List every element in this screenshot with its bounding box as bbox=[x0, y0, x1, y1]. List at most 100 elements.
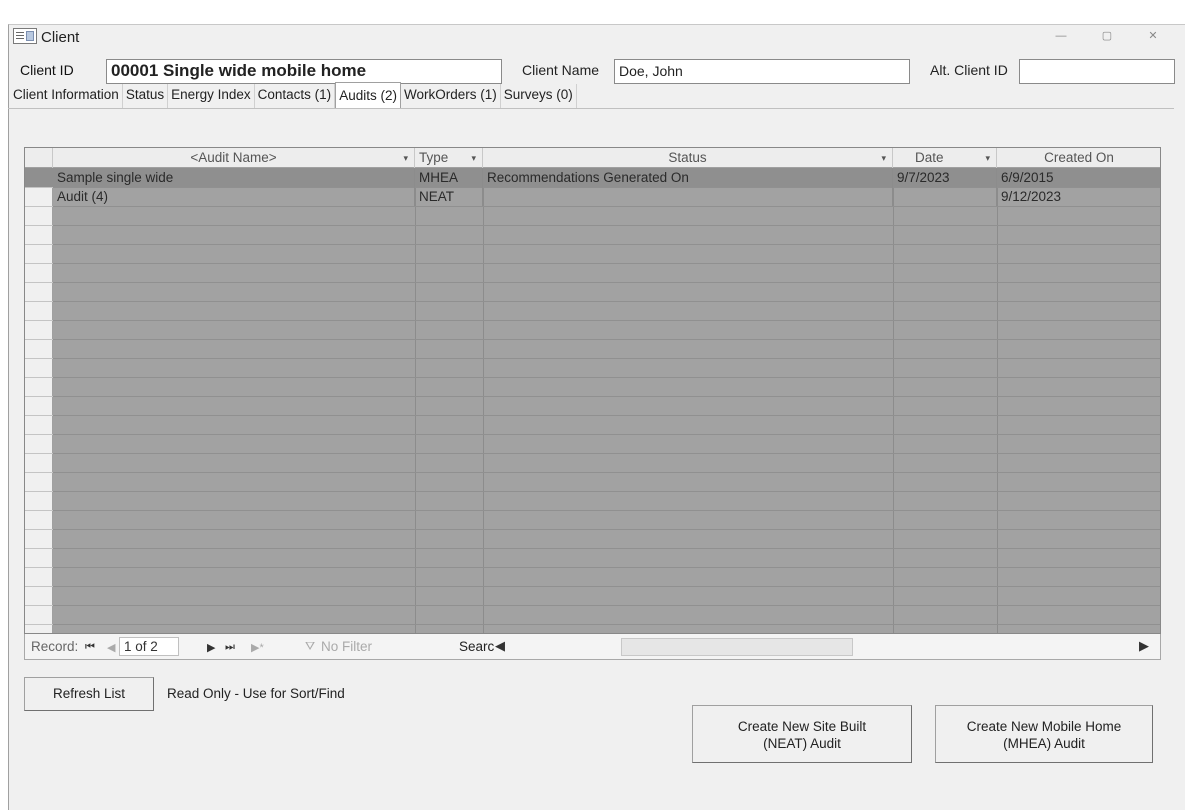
selector-gridline bbox=[25, 605, 53, 606]
column-header-audit-name[interactable]: <Audit Name> ▾ bbox=[53, 148, 415, 168]
create-mhea-audit-button[interactable]: Create New Mobile Home (MHEA) Audit bbox=[935, 705, 1153, 763]
sort-filter-arrow-icon[interactable]: ▾ bbox=[881, 148, 886, 168]
tab-status[interactable]: Status bbox=[123, 84, 169, 108]
selector-gridline bbox=[25, 434, 53, 435]
row-gridline bbox=[25, 529, 1160, 530]
selector-gridline bbox=[25, 339, 53, 340]
selector-gridline bbox=[25, 415, 53, 416]
row-gridline bbox=[25, 244, 1160, 245]
read-only-note: Read Only - Use for Sort/Find bbox=[167, 686, 345, 701]
alt-client-id-field[interactable] bbox=[1019, 59, 1175, 84]
minimize-icon[interactable]: — bbox=[1052, 29, 1070, 43]
horizontal-scrollbar-thumb[interactable] bbox=[621, 638, 853, 656]
create-neat-audit-button[interactable]: Create New Site Built (NEAT) Audit bbox=[692, 705, 912, 763]
created-on-cell[interactable]: 9/12/2023 bbox=[997, 187, 1160, 206]
tab-contacts[interactable]: Contacts (1) bbox=[255, 84, 336, 108]
new-record-icon[interactable]: ▶* bbox=[251, 641, 264, 654]
row-gridline bbox=[25, 624, 1160, 625]
scroll-right-icon[interactable]: ▶ bbox=[1139, 638, 1149, 654]
restore-icon[interactable]: ▢ bbox=[1098, 29, 1116, 43]
title-bar: Client — ▢ ✕ bbox=[9, 25, 1185, 49]
date-cell[interactable] bbox=[893, 187, 997, 206]
close-icon[interactable]: ✕ bbox=[1144, 29, 1162, 43]
client-id-field[interactable]: 00001 Single wide mobile home bbox=[106, 59, 502, 84]
selector-gridline bbox=[25, 301, 53, 302]
create-mhea-audit-label-line2: (MHEA) Audit bbox=[1003, 736, 1085, 751]
filter-icon[interactable]: ⛛ bbox=[305, 639, 315, 654]
column-header-label: Date bbox=[915, 150, 944, 165]
column-divider bbox=[997, 168, 998, 633]
scroll-left-icon[interactable]: ◀ bbox=[495, 638, 505, 654]
client-id-label: Client ID bbox=[20, 62, 74, 78]
type-cell[interactable]: NEAT bbox=[415, 187, 483, 206]
selector-gridline bbox=[25, 396, 53, 397]
row-gridline bbox=[25, 225, 1160, 226]
selector-gridline bbox=[25, 586, 53, 587]
selector-gridline bbox=[25, 244, 53, 245]
selector-gridline bbox=[25, 529, 53, 530]
type-cell[interactable]: MHEA bbox=[415, 168, 483, 187]
row-gridline bbox=[25, 434, 1160, 435]
refresh-list-button[interactable]: Refresh List bbox=[24, 677, 154, 711]
sort-filter-arrow-icon[interactable]: ▾ bbox=[471, 148, 476, 168]
date-cell[interactable]: 9/7/2023 bbox=[893, 168, 997, 187]
sort-filter-arrow-icon[interactable]: ▾ bbox=[985, 148, 990, 168]
column-divider bbox=[483, 168, 484, 633]
previous-record-icon[interactable]: ◀ bbox=[107, 641, 115, 654]
select-all-corner[interactable] bbox=[25, 148, 53, 168]
selector-gridline bbox=[25, 377, 53, 378]
column-header-label: Status bbox=[668, 150, 707, 165]
audit-name-cell[interactable]: Audit (4) bbox=[53, 187, 415, 206]
selector-gridline bbox=[25, 510, 53, 511]
client-name-field[interactable]: Doe, John bbox=[614, 59, 910, 84]
created-on-cell[interactable]: 6/9/2015 bbox=[997, 168, 1160, 187]
row-gridline bbox=[25, 263, 1160, 264]
form-icon bbox=[13, 28, 37, 44]
column-header-label: Created On bbox=[1044, 150, 1114, 165]
row-gridline bbox=[25, 491, 1160, 492]
no-filter-button[interactable]: No Filter bbox=[321, 639, 372, 654]
row-gridline bbox=[25, 453, 1160, 454]
row-gridline bbox=[25, 282, 1160, 283]
column-header-date[interactable]: Date ▾ bbox=[893, 148, 997, 168]
row-gridline bbox=[25, 320, 1160, 321]
create-neat-audit-label-line2: (NEAT) Audit bbox=[763, 736, 841, 751]
row-gridline bbox=[25, 586, 1160, 587]
grid-header: <Audit Name> ▾ Type ▾ Status ▾ Date ▾ Create… bbox=[25, 148, 1160, 168]
tab-energy-index[interactable]: Energy Index bbox=[168, 84, 255, 108]
selector-gridline bbox=[25, 263, 53, 264]
column-header-created-on[interactable]: Created On bbox=[997, 148, 1160, 168]
audit-name-cell[interactable]: Sample single wide bbox=[53, 168, 415, 187]
status-cell[interactable] bbox=[483, 187, 893, 206]
last-record-icon[interactable]: ⏭ bbox=[225, 641, 235, 654]
selector-gridline bbox=[25, 453, 53, 454]
selector-gridline bbox=[25, 225, 53, 226]
selector-gridline bbox=[25, 282, 53, 283]
column-divider bbox=[415, 168, 416, 633]
tab-client-information[interactable]: Client Information bbox=[10, 84, 123, 108]
current-record-field[interactable]: 1 of 2 bbox=[119, 637, 179, 656]
row-gridline bbox=[25, 472, 1160, 473]
tab-audits[interactable]: Audits (2) bbox=[335, 82, 401, 108]
status-cell[interactable]: Recommendations Generated On bbox=[483, 168, 893, 187]
tab-workorders[interactable]: WorkOrders (1) bbox=[401, 84, 501, 108]
search-box[interactable]: Searc bbox=[459, 639, 494, 654]
column-header-status[interactable]: Status ▾ bbox=[483, 148, 893, 168]
tab-strip: Client Information Status Energy Index C… bbox=[10, 82, 577, 108]
row-gridline bbox=[25, 358, 1160, 359]
tab-surveys[interactable]: Surveys (0) bbox=[501, 84, 577, 108]
column-header-type[interactable]: Type ▾ bbox=[415, 148, 483, 168]
next-record-icon[interactable]: ▶ bbox=[207, 641, 215, 654]
audits-datasheet: <Audit Name> ▾ Type ▾ Status ▾ Date ▾ Create… bbox=[24, 147, 1161, 634]
alt-client-id-label: Alt. Client ID bbox=[930, 62, 1008, 78]
create-neat-audit-label-line1: Create New Site Built bbox=[737, 719, 867, 734]
sort-filter-arrow-icon[interactable]: ▾ bbox=[403, 148, 408, 168]
first-record-icon[interactable]: ⏮ bbox=[85, 641, 95, 654]
table-row[interactable]: Audit (4) NEAT 9/12/2023 bbox=[25, 187, 1160, 206]
record-selector-column[interactable] bbox=[25, 168, 53, 633]
selector-gridline bbox=[25, 567, 53, 568]
record-navigation-bar: Record: ⏮ ◀ 1 of 2 ▶ ⏭ ▶* ⛛ No Filter Se… bbox=[24, 634, 1161, 660]
table-row[interactable]: Sample single wide MHEA Recommendations … bbox=[25, 168, 1160, 187]
column-header-label: <Audit Name> bbox=[190, 150, 277, 165]
column-header-label: Type bbox=[419, 150, 449, 165]
